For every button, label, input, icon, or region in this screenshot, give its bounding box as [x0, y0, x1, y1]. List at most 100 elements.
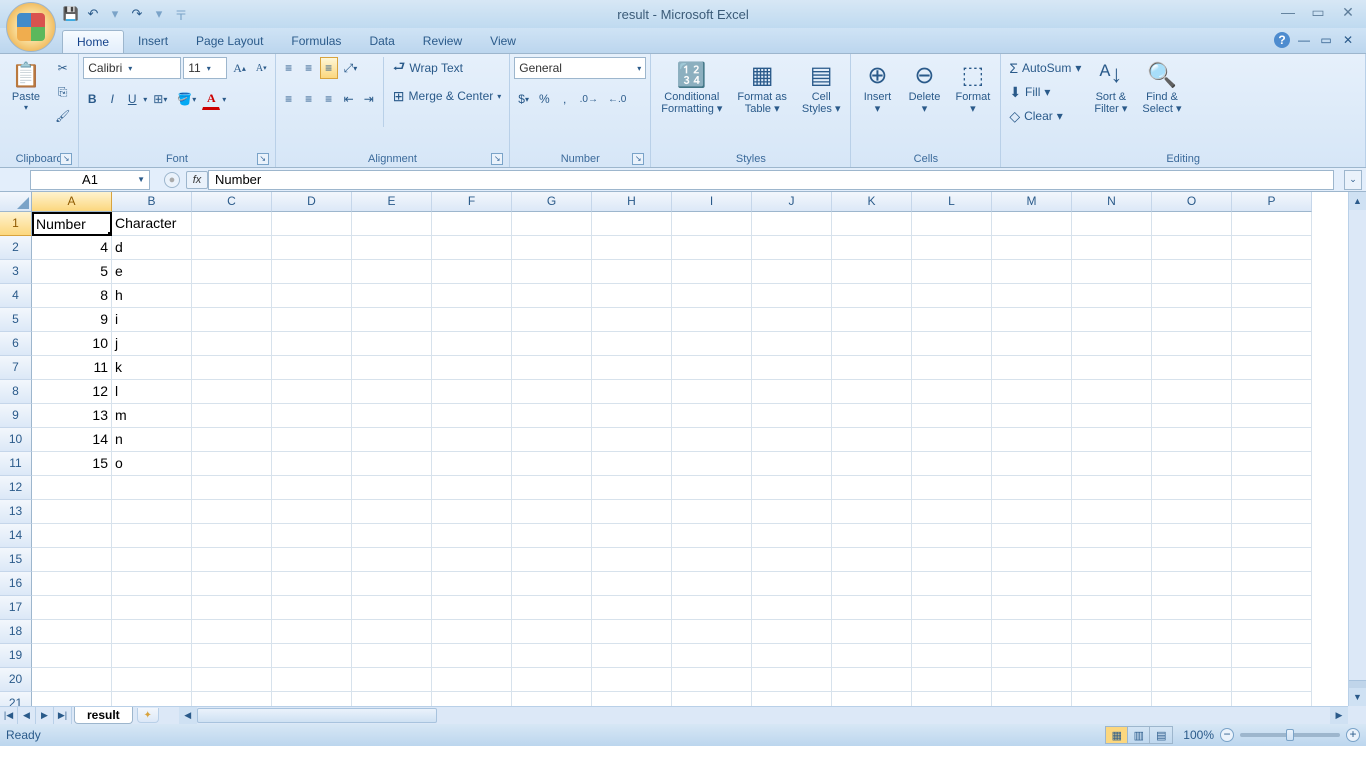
decrease-indent-button[interactable]: ⇤: [340, 88, 358, 110]
dialog-launcher[interactable]: ↘: [491, 153, 503, 165]
tab-home[interactable]: Home: [62, 30, 124, 53]
cell[interactable]: l: [112, 380, 192, 404]
close-button[interactable]: ✕: [1338, 4, 1358, 21]
cell[interactable]: [592, 572, 672, 596]
qat-customize[interactable]: 〒: [172, 5, 190, 23]
cell[interactable]: [1152, 236, 1232, 260]
tab-page-layout[interactable]: Page Layout: [182, 30, 277, 53]
cell[interactable]: [112, 668, 192, 692]
cell[interactable]: [192, 596, 272, 620]
cell[interactable]: [672, 356, 752, 380]
cell[interactable]: [192, 284, 272, 308]
cell[interactable]: [592, 476, 672, 500]
cell[interactable]: [112, 548, 192, 572]
cell[interactable]: [272, 380, 352, 404]
zoom-out-button[interactable]: −: [1220, 728, 1234, 742]
cell[interactable]: [672, 284, 752, 308]
cell[interactable]: [912, 356, 992, 380]
cell[interactable]: [992, 668, 1072, 692]
cell[interactable]: o: [112, 452, 192, 476]
cell[interactable]: [32, 620, 112, 644]
align-top-button[interactable]: ≡: [280, 57, 298, 79]
cell[interactable]: [352, 284, 432, 308]
cell[interactable]: [912, 212, 992, 236]
cell[interactable]: [32, 596, 112, 620]
cell[interactable]: [672, 524, 752, 548]
cell[interactable]: [512, 596, 592, 620]
cell[interactable]: [192, 548, 272, 572]
underline-button[interactable]: U: [123, 88, 141, 110]
cell[interactable]: [832, 572, 912, 596]
tab-data[interactable]: Data: [355, 30, 408, 53]
cell[interactable]: [592, 428, 672, 452]
cell[interactable]: [832, 596, 912, 620]
cell[interactable]: [752, 476, 832, 500]
cell[interactable]: [512, 644, 592, 668]
cell[interactable]: [832, 356, 912, 380]
last-sheet-button[interactable]: ▶|: [54, 707, 72, 724]
cell[interactable]: [512, 332, 592, 356]
row-header[interactable]: 1: [0, 212, 32, 236]
cell[interactable]: [672, 404, 752, 428]
cell[interactable]: [432, 476, 512, 500]
autosum-button[interactable]: ΣAutoSum ▾: [1005, 57, 1085, 79]
cell[interactable]: [912, 404, 992, 428]
cell[interactable]: [1152, 404, 1232, 428]
cell[interactable]: [192, 500, 272, 524]
zoom-slider[interactable]: [1240, 733, 1340, 737]
cell[interactable]: [112, 572, 192, 596]
cell[interactable]: [592, 620, 672, 644]
cell[interactable]: [752, 524, 832, 548]
format-cells-button[interactable]: ⬚Format▾: [949, 57, 996, 117]
cell[interactable]: [912, 332, 992, 356]
cell[interactable]: 5: [32, 260, 112, 284]
cell[interactable]: [992, 404, 1072, 428]
cell[interactable]: [592, 332, 672, 356]
office-button[interactable]: [6, 2, 56, 52]
cell[interactable]: [672, 620, 752, 644]
cell[interactable]: [1072, 332, 1152, 356]
cell[interactable]: [432, 596, 512, 620]
cell[interactable]: [512, 500, 592, 524]
cell[interactable]: [1232, 284, 1312, 308]
increase-decimal-button[interactable]: .0→: [576, 88, 602, 110]
cell[interactable]: [432, 548, 512, 572]
cell[interactable]: [352, 236, 432, 260]
cell[interactable]: [832, 428, 912, 452]
dialog-launcher[interactable]: ↘: [632, 153, 644, 165]
cell[interactable]: [1232, 404, 1312, 428]
cell[interactable]: [752, 404, 832, 428]
cell[interactable]: [1232, 476, 1312, 500]
cell[interactable]: [1072, 452, 1152, 476]
cell[interactable]: [32, 572, 112, 596]
cell[interactable]: [352, 212, 432, 236]
cell[interactable]: [592, 404, 672, 428]
cell[interactable]: [912, 308, 992, 332]
delete-cells-button[interactable]: ⊖Delete▾: [902, 57, 946, 117]
cell[interactable]: [672, 596, 752, 620]
cell[interactable]: [992, 284, 1072, 308]
cell[interactable]: [352, 404, 432, 428]
decrease-decimal-button[interactable]: ←.0: [604, 88, 630, 110]
cell[interactable]: [832, 668, 912, 692]
cell[interactable]: [672, 500, 752, 524]
cell[interactable]: [1152, 668, 1232, 692]
cell[interactable]: [752, 380, 832, 404]
cell[interactable]: [592, 596, 672, 620]
cell[interactable]: [1232, 380, 1312, 404]
cell[interactable]: [832, 452, 912, 476]
cell[interactable]: [272, 524, 352, 548]
cell[interactable]: 11: [32, 356, 112, 380]
cell[interactable]: [32, 548, 112, 572]
cell[interactable]: [192, 452, 272, 476]
cell[interactable]: [752, 212, 832, 236]
first-sheet-button[interactable]: |◀: [0, 707, 18, 724]
normal-view-button[interactable]: ▦: [1106, 727, 1128, 743]
cell[interactable]: [272, 236, 352, 260]
ribbon-restore-button[interactable]: ▭: [1318, 32, 1334, 48]
cell[interactable]: [512, 236, 592, 260]
fx-button[interactable]: fx: [186, 171, 208, 189]
cell[interactable]: [832, 308, 912, 332]
cell[interactable]: [1072, 284, 1152, 308]
cell[interactable]: [752, 356, 832, 380]
